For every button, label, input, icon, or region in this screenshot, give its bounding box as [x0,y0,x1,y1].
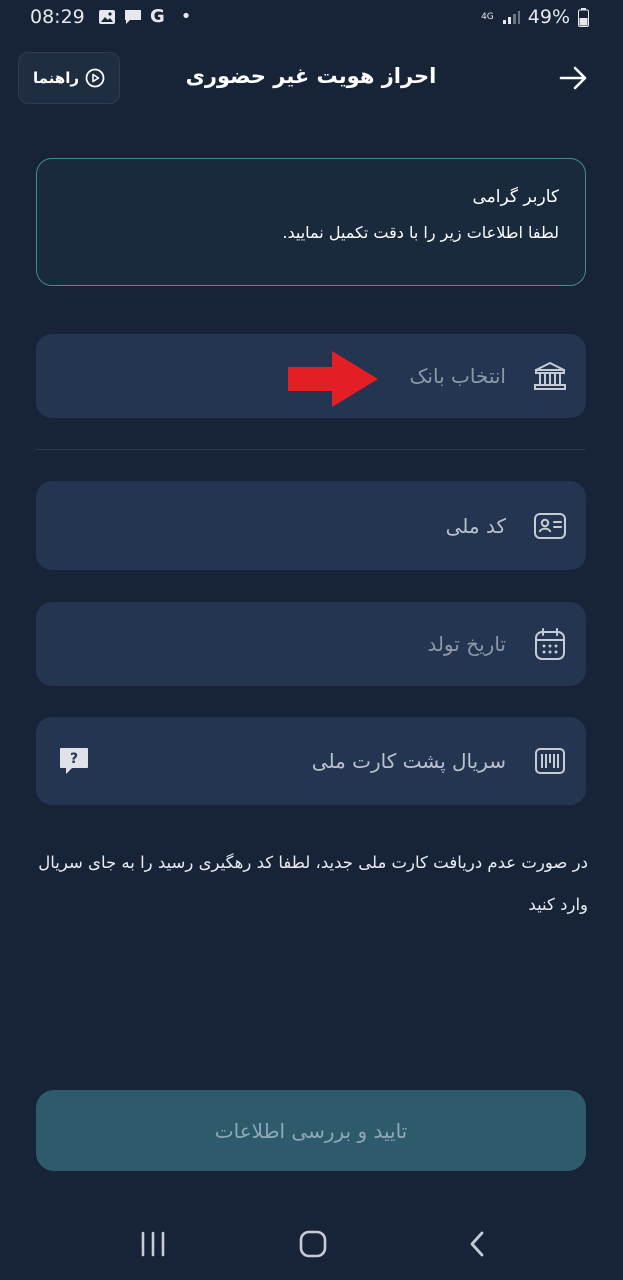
id-card-icon [532,508,568,544]
guide-label: راهنما [33,69,79,87]
network-type: 4G [481,11,494,22]
status-right: 4G 49% [481,6,589,28]
back-icon[interactable] [468,1230,486,1258]
info-box: کاربر گرامی لطفا اطلاعات زیر را با دقت ت… [36,158,586,286]
info-title: کاربر گرامی [472,187,559,207]
card-serial-label: سریال پشت کارت ملی [311,749,506,773]
page-title: احراز هویت غیر حضوری [185,64,437,88]
svg-text:?: ? [70,751,78,767]
barcode-icon [532,743,568,779]
serial-note: در صورت عدم دریافت کارت ملی جدید، لطفا ک… [38,853,588,914]
battery-percent: 49% [527,6,570,28]
card-serial-field[interactable]: سریال پشت کارت ملی ? [36,717,586,805]
signal-icon [502,11,520,24]
bank-select-label: انتخاب بانک [409,364,506,388]
status-notification-icons: G • [98,6,191,27]
message-icon [125,9,141,24]
google-icon: G [150,6,165,27]
submit-label: تایید و بررسی اطلاعات [214,1118,408,1143]
play-circle-icon [85,68,105,88]
question-icon[interactable]: ? [58,746,90,776]
bank-icon [532,358,568,394]
recent-apps-icon[interactable] [140,1230,166,1258]
back-arrow-icon[interactable] [557,62,589,94]
birth-date-field[interactable]: تاریخ تولد [36,602,586,686]
guide-button[interactable]: راهنما [18,52,120,104]
battery-icon [578,7,589,27]
gallery-icon [99,9,115,24]
national-code-field[interactable]: کد ملی [36,481,586,570]
divider [36,449,586,450]
home-icon[interactable] [299,1230,327,1258]
status-dot: • [180,6,192,27]
national-code-label: کد ملی [445,513,506,538]
status-time: 08:29 [30,6,85,28]
submit-button[interactable]: تایید و بررسی اطلاعات [36,1090,586,1171]
birth-date-label: تاریخ تولد [427,632,506,656]
calendar-icon [532,626,568,662]
info-text: لطفا اطلاعات زیر را با دقت تکمیل نمایید. [282,223,559,242]
red-arrow-icon [288,351,378,407]
